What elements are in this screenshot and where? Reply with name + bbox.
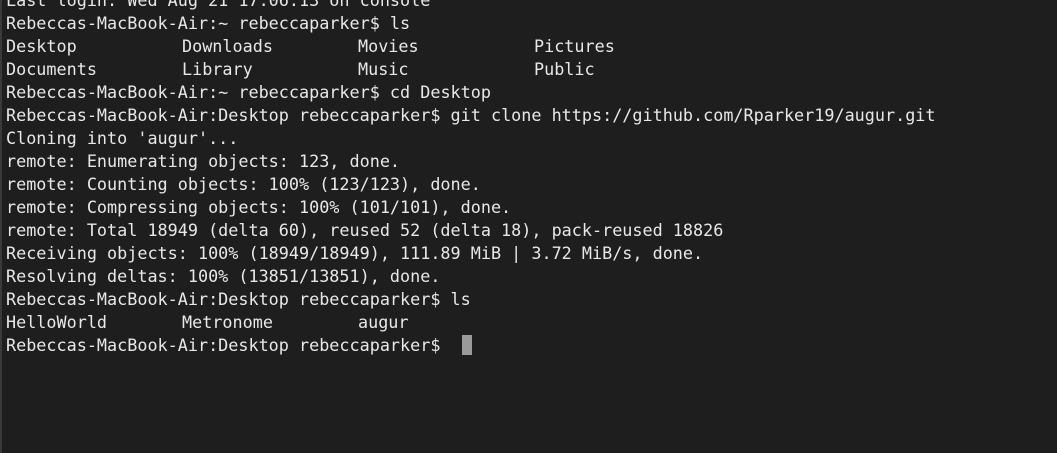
- listing-item: Pictures: [534, 36, 615, 56]
- listing-item: Public: [534, 59, 595, 79]
- command-text: git clone https://github.com/Rparker19/a…: [450, 105, 936, 125]
- listing-item: augur: [358, 312, 409, 332]
- prompt: Rebeccas-MacBook-Air:~ rebeccaparker$: [6, 82, 390, 102]
- listing-row: HelloWorld Metronome augur: [6, 311, 1056, 334]
- command-line: Rebeccas-MacBook-Air:~ rebeccaparker$ ls: [6, 12, 1056, 35]
- listing-item: Metronome: [182, 312, 273, 332]
- listing-row: Desktop Downloads Movies Pictures: [6, 35, 1056, 58]
- listing-item: Library: [182, 59, 253, 79]
- output-line: remote: Counting objects: 100% (123/123)…: [6, 174, 481, 194]
- listing-item: HelloWorld: [6, 312, 108, 332]
- output-line: remote: Compressing objects: 100% (101/1…: [6, 197, 512, 217]
- output-line: remote: Total 18949 (delta 60), reused 5…: [6, 220, 724, 240]
- terminal-window[interactable]: Last login: Wed Aug 21 17:06:13 on conso…: [0, 0, 1057, 453]
- active-command-line[interactable]: Rebeccas-MacBook-Air:Desktop rebeccapark…: [6, 334, 1056, 357]
- text-cursor[interactable]: [461, 335, 472, 355]
- prompt: Rebeccas-MacBook-Air:~ rebeccaparker$: [6, 13, 390, 33]
- last-login-line: Last login: Wed Aug 21 17:06:13 on conso…: [6, 0, 431, 10]
- command-line: Rebeccas-MacBook-Air:~ rebeccaparker$ cd…: [6, 81, 1056, 104]
- output-line: Cloning into 'augur'...: [6, 128, 239, 148]
- command-text: ls: [450, 289, 471, 309]
- prompt: Rebeccas-MacBook-Air:Desktop rebeccapark…: [6, 105, 451, 125]
- listing-item: Music: [358, 59, 409, 79]
- command-text: cd Desktop: [389, 82, 491, 102]
- command-text: ls: [389, 13, 411, 33]
- listing-item: Movies: [358, 36, 419, 56]
- output-line: Receiving objects: 100% (18949/18949), 1…: [6, 243, 704, 263]
- command-line: Rebeccas-MacBook-Air:Desktop rebeccapark…: [6, 288, 1056, 311]
- output-line: remote: Enumerating objects: 123, done.: [6, 151, 401, 171]
- output-line: Resolving deltas: 100% (13851/13851), do…: [6, 266, 441, 286]
- listing-row: Documents Library Music Public: [6, 58, 1056, 81]
- listing-item: Documents: [6, 59, 97, 79]
- prompt: Rebeccas-MacBook-Air:Desktop rebeccapark…: [6, 335, 451, 355]
- listing-item: Desktop: [6, 36, 77, 56]
- prompt: Rebeccas-MacBook-Air:Desktop rebeccapark…: [6, 289, 451, 309]
- command-line: Rebeccas-MacBook-Air:Desktop rebeccapark…: [6, 104, 1056, 127]
- terminal-output: Last login: Wed Aug 21 17:06:13 on conso…: [6, 0, 1056, 357]
- listing-item: Downloads: [182, 36, 273, 56]
